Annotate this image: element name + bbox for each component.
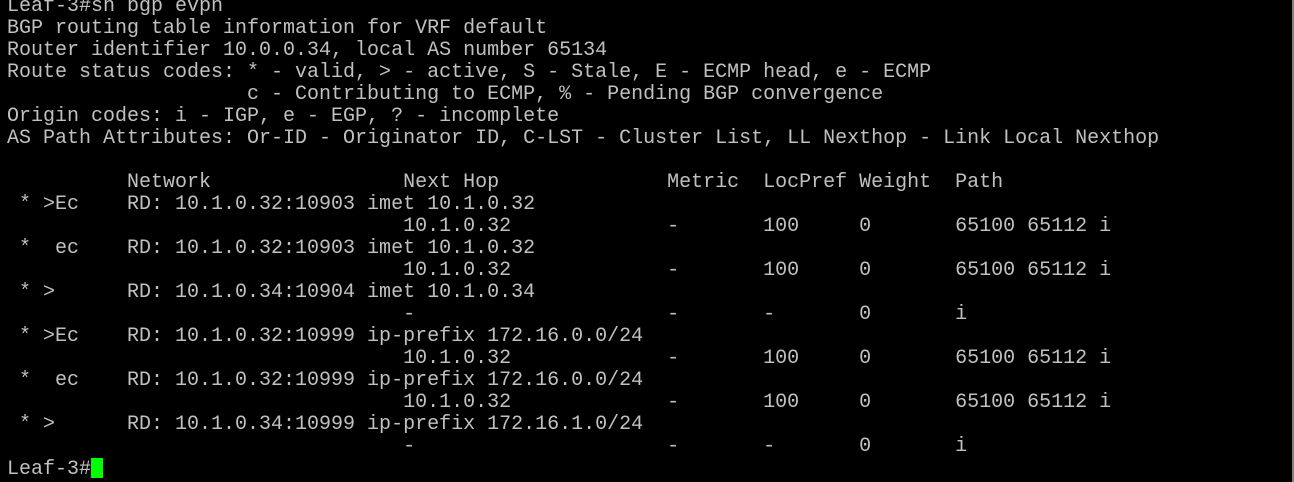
- terminal-line: * ec RD: 10.1.0.32:10903 imet 10.1.0.32: [7, 237, 536, 260]
- terminal-line: * > RD: 10.1.0.34:10904 imet 10.1.0.34: [7, 281, 536, 304]
- prompt-line[interactable]: Leaf-3#: [7, 458, 1294, 478]
- terminal-line: BGP routing table information for VRF de…: [7, 17, 548, 40]
- terminal-line: - - - 0 i: [7, 303, 968, 326]
- terminal-line: AS Path Attributes: Or-ID - Originator I…: [7, 127, 1160, 150]
- terminal-line: * >Ec RD: 10.1.0.32:10999 ip-prefix 172.…: [7, 325, 644, 348]
- text-cursor: [91, 458, 104, 478]
- terminal-line: Origin codes: i - IGP, e - EGP, ? - inco…: [7, 105, 560, 128]
- terminal-line: 10.1.0.32 - 100 0 65100 65112 i: [7, 259, 1112, 282]
- terminal-window[interactable]: Leaf-3#sh bgp evpn BGP routing table info…: [0, 0, 1294, 478]
- terminal-line: - - - 0 i: [7, 435, 968, 458]
- terminal-line: 10.1.0.32 - 100 0 65100 65112 i: [7, 347, 1112, 370]
- terminal-line: Route status codes: * - valid, > - activ…: [7, 61, 932, 84]
- terminal-line: * > RD: 10.1.0.34:10999 ip-prefix 172.16…: [7, 413, 644, 436]
- terminal-line: * >Ec RD: 10.1.0.32:10903 imet 10.1.0.32: [7, 193, 536, 216]
- terminal-line: Router identifier 10.0.0.34, local AS nu…: [7, 39, 608, 62]
- terminal-line: 10.1.0.32 - 100 0 65100 65112 i: [7, 215, 1112, 238]
- terminal-line: Network Next Hop Metric LocPref Weight P…: [7, 171, 1004, 194]
- terminal-line: * ec RD: 10.1.0.32:10999 ip-prefix 172.1…: [7, 369, 644, 392]
- terminal-line: 10.1.0.32 - 100 0 65100 65112 i: [7, 391, 1112, 414]
- terminal-output: Leaf-3#sh bgp evpn BGP routing table info…: [7, 0, 1294, 458]
- terminal-line: Leaf-3#sh bgp evpn: [7, 0, 224, 18]
- terminal-line: c - Contributing to ECMP, % - Pending BG…: [7, 83, 884, 106]
- shell-prompt: Leaf-3#: [7, 458, 92, 479]
